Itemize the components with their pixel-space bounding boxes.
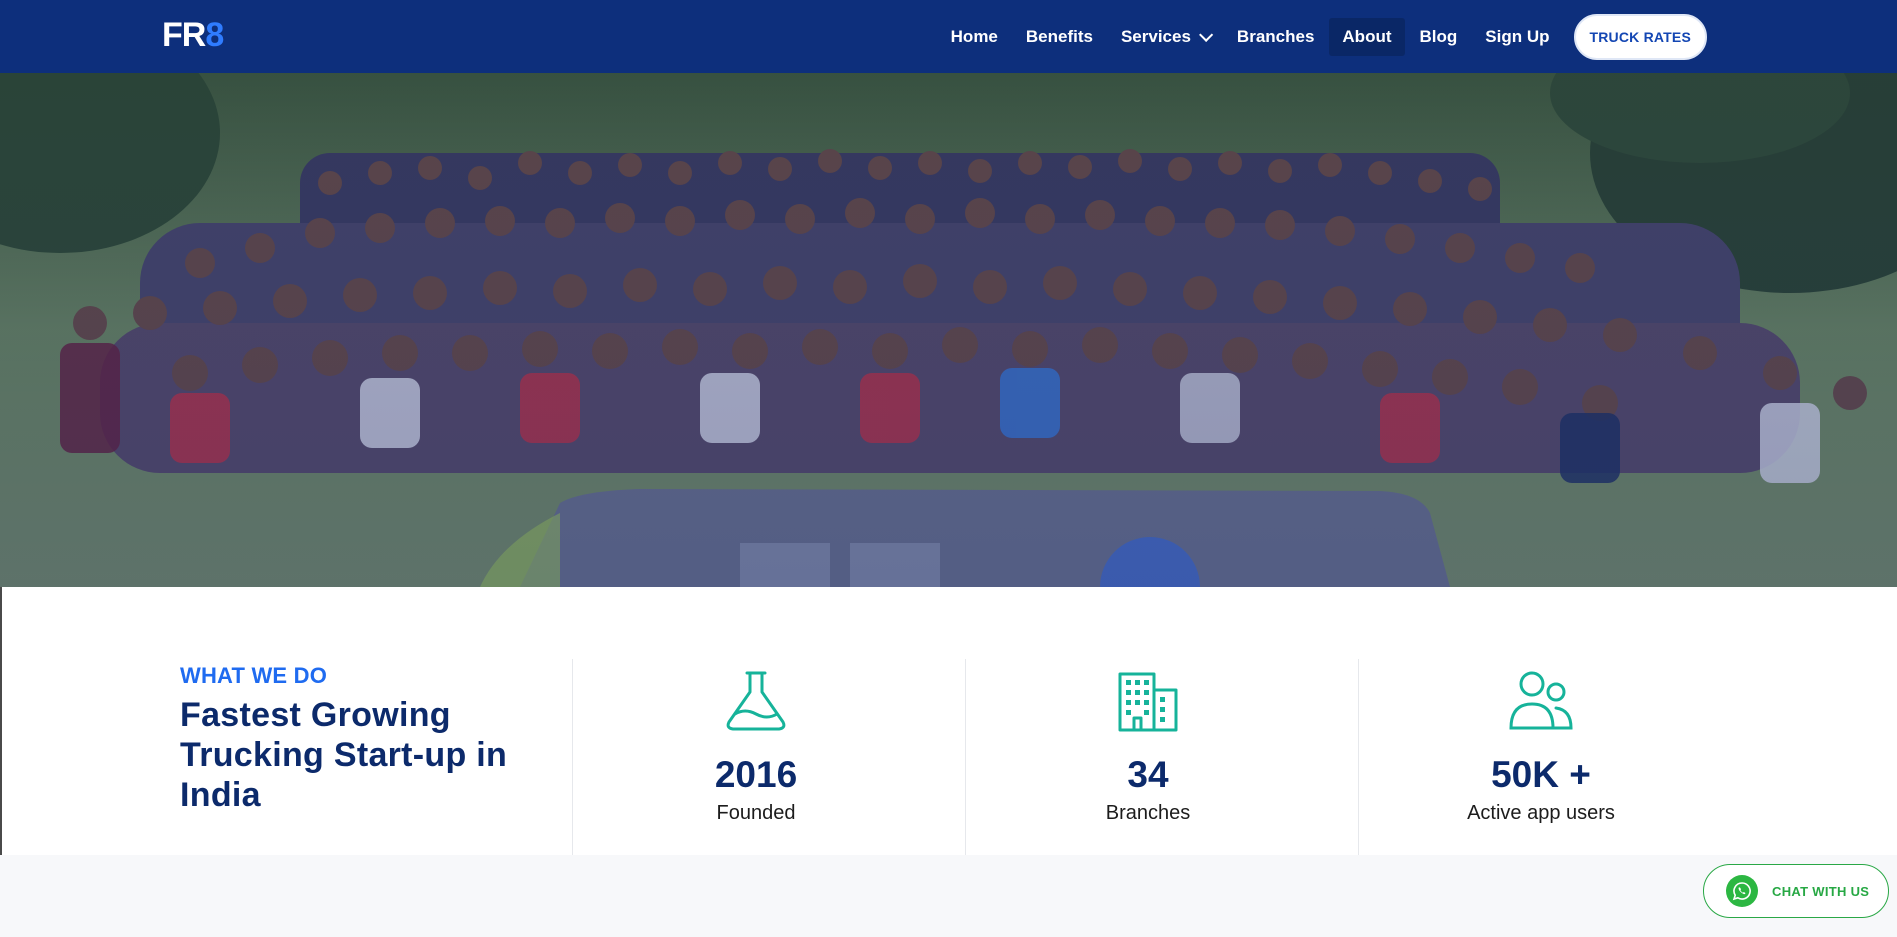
main-nav: Home Benefits Services Branches About Bl… (937, 0, 1897, 73)
chat-with-us-button[interactable]: CHAT WITH US (1703, 864, 1889, 918)
logo-accent: 8 (205, 16, 224, 54)
nav-benefits[interactable]: Benefits (1026, 18, 1093, 56)
stat-value: 50K + (1491, 754, 1591, 795)
logo-text: FR (162, 16, 206, 54)
nav-sign-up[interactable]: Sign Up (1485, 18, 1549, 56)
flask-icon (560, 662, 952, 732)
buildings-icon (952, 662, 1344, 732)
nav-home[interactable]: Home (951, 18, 998, 56)
fr8-logo[interactable]: FR8 (162, 16, 224, 54)
section-headline: Fastest Growing Trucking Start-up in Ind… (180, 696, 508, 814)
stat-value: 34 (1127, 754, 1169, 795)
whatsapp-icon (1726, 875, 1758, 907)
section-intro: WHAT WE DO Fastest Growing Trucking Star… (180, 663, 540, 815)
stat-label: Branches (1105, 802, 1191, 824)
stat-founded: 2016 Founded (560, 662, 952, 825)
stat-value: 2016 (714, 754, 798, 795)
nav-branches[interactable]: Branches (1237, 18, 1314, 56)
stat-label: Active app users (1467, 802, 1615, 824)
chat-label: CHAT WITH US (1772, 883, 1870, 899)
what-we-do-section: WHAT WE DO Fastest Growing Trucking Star… (0, 587, 1897, 855)
section-kicker: WHAT WE DO (180, 663, 328, 688)
top-navbar: FR8 Home Benefits Services Branches Abou… (0, 0, 1897, 74)
users-icon (1345, 662, 1737, 732)
chevron-down-icon (1198, 27, 1214, 42)
nav-services-label: Services (1120, 26, 1191, 46)
hero-team-photo (0, 73, 1897, 587)
team-group-photo (0, 73, 1897, 587)
nav-about[interactable]: About (1329, 17, 1405, 56)
stat-label: Founded (716, 802, 796, 824)
nav-blog[interactable]: Blog (1420, 18, 1458, 56)
truck-rates-button[interactable]: TRUCK RATES (1573, 13, 1707, 60)
stat-branches: 34 Branches (952, 662, 1344, 825)
nav-services[interactable]: Services (1120, 18, 1214, 56)
next-section-band (0, 855, 1897, 937)
stat-active-users: 50K + Active app users (1345, 662, 1737, 825)
